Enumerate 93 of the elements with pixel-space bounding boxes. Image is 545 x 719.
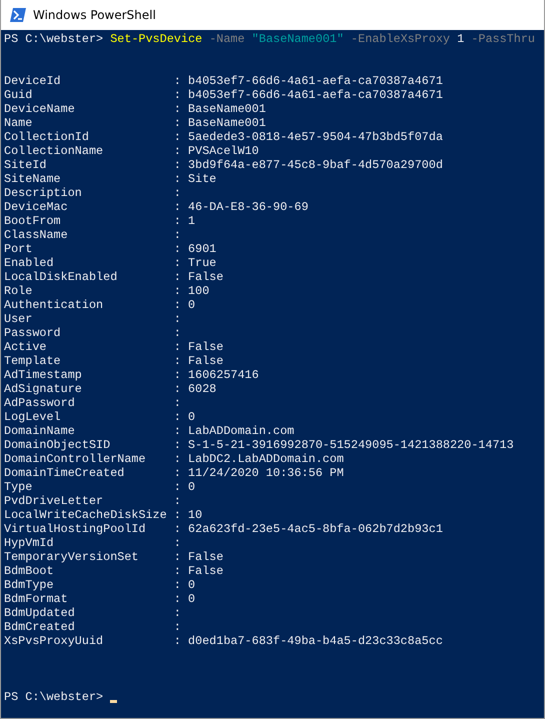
command-token: Set-PvsDevice [110, 32, 202, 46]
property-value: : 1606257416 [174, 368, 259, 382]
property-value: : PVSAcelW10 [174, 144, 259, 158]
property-value: : LabDC2.LabADDomain.com [174, 452, 344, 466]
property-value: : 10 [174, 508, 202, 522]
property-name: AdTimestamp [4, 368, 83, 382]
property-value: : b4053ef7-66d6-4a61-aefa-ca70387a4671 [174, 74, 443, 88]
property-name: Guid [4, 88, 34, 102]
property-value: : True [174, 256, 216, 270]
window-title: Windows PowerShell [33, 8, 156, 22]
property-name: User [4, 312, 34, 326]
property-name: BdmCreated [4, 620, 76, 634]
property-value: : 1 [174, 214, 196, 228]
property-value: : 5aedede3-0818-4e57-9504-47b3bd5f07da [174, 130, 443, 144]
property-value: : False [174, 550, 224, 564]
property-name: AdPassword [4, 396, 76, 410]
property-value: : [174, 396, 181, 410]
property-value: : 0 [174, 578, 196, 592]
prompt: PS C:\webster> [4, 690, 104, 704]
property-value: : d0ed1ba7-683f-49ba-b4a5-d23c33c8a5cc [174, 634, 443, 648]
property-name: Port [4, 242, 34, 256]
property-name: HypVmId [4, 536, 55, 550]
property-name: Type [4, 480, 34, 494]
property-name: BdmFormat [4, 592, 69, 606]
property-name: TemporaryVersionSet [4, 550, 140, 564]
text-cursor [110, 700, 118, 703]
property-value: : 11/24/2020 10:36:56 PM [174, 466, 344, 480]
property-name: Role [4, 284, 34, 298]
property-name: DeviceId [4, 74, 62, 88]
property-value: : 46-DA-E8-36-90-69 [174, 200, 308, 214]
property-value: : 100 [174, 284, 210, 298]
powershell-icon [10, 8, 26, 22]
property-value: : False [174, 270, 224, 284]
property-name: BdmType [4, 578, 55, 592]
property-value: : [174, 326, 181, 340]
property-name: VirtualHostingPoolId [4, 522, 147, 536]
property-value: : [174, 494, 181, 508]
property-name: PvdDriveLetter [4, 494, 104, 508]
property-name: Password [4, 326, 62, 340]
command-token: "BaseName001" [252, 32, 344, 46]
property-value: : 0 [174, 298, 196, 312]
property-value: : [174, 606, 181, 620]
property-value: : [174, 228, 181, 242]
property-name: XsPvsProxyUuid [4, 634, 104, 648]
property-value: : BaseName001 [174, 102, 266, 116]
property-name: LocalWriteCacheDiskSize [4, 508, 168, 522]
property-name: LogLevel [4, 410, 62, 424]
property-value: : 3bd9f64a-e877-45c8-9baf-4d570a29700d [174, 158, 443, 172]
property-name: DeviceName [4, 102, 76, 116]
property-name: SiteId [4, 158, 48, 172]
command-token: -Name [209, 32, 245, 46]
command-token: 1 [457, 32, 464, 46]
property-value: : [174, 620, 181, 634]
property-value: : BaseName001 [174, 116, 266, 130]
property-name: Active [4, 340, 48, 354]
property-name: DomainObjectSID [4, 438, 112, 452]
property-value: : 62a623fd-23e5-4ac5-8bfa-062b7d2b93c1 [174, 522, 443, 536]
property-name: Authentication [4, 298, 104, 312]
command-token: -PassThru [471, 32, 535, 46]
property-value: : LabADDomain.com [174, 424, 294, 438]
property-name: Enabled [4, 256, 55, 270]
property-name: BdmUpdated [4, 606, 76, 620]
property-name: AdSignature [4, 382, 83, 396]
property-name: DomainName [4, 424, 76, 438]
property-value: : False [174, 354, 224, 368]
property-name: DomainControllerName [4, 452, 147, 466]
property-name: CollectionName [4, 144, 104, 158]
property-name: CollectionId [4, 130, 90, 144]
property-value: : 6028 [174, 382, 216, 396]
property-value: : [174, 536, 181, 550]
property-value: : 6901 [174, 242, 216, 256]
prompt: PS C:\webster> [4, 32, 104, 46]
property-name: BootFrom [4, 214, 62, 228]
property-name: ClassName [4, 228, 69, 242]
property-name: DomainTimeCreated [4, 466, 126, 480]
property-value: : 0 [174, 410, 196, 424]
property-name: SiteName [4, 172, 62, 186]
property-name: DeviceMac [4, 200, 69, 214]
property-value: : [174, 186, 181, 200]
property-value: : Site [174, 172, 216, 186]
property-name: LocalDiskEnabled [4, 270, 118, 284]
property-name: Description [4, 186, 83, 200]
property-value: : b4053ef7-66d6-4a61-aefa-ca70387a4671 [174, 88, 443, 102]
property-name: BdmBoot [4, 564, 55, 578]
property-value: : S-1-5-21-3916992870-515249095-1421388220-14713 [174, 438, 514, 452]
property-value: : [174, 312, 181, 326]
property-name: Name [4, 116, 34, 130]
property-value: : False [174, 564, 224, 578]
property-name: Template [4, 354, 62, 368]
command-token: -EnableXsProxy [350, 32, 450, 46]
property-value: : False [174, 340, 224, 354]
property-value: : 0 [174, 592, 196, 606]
property-value: : 0 [174, 480, 196, 494]
